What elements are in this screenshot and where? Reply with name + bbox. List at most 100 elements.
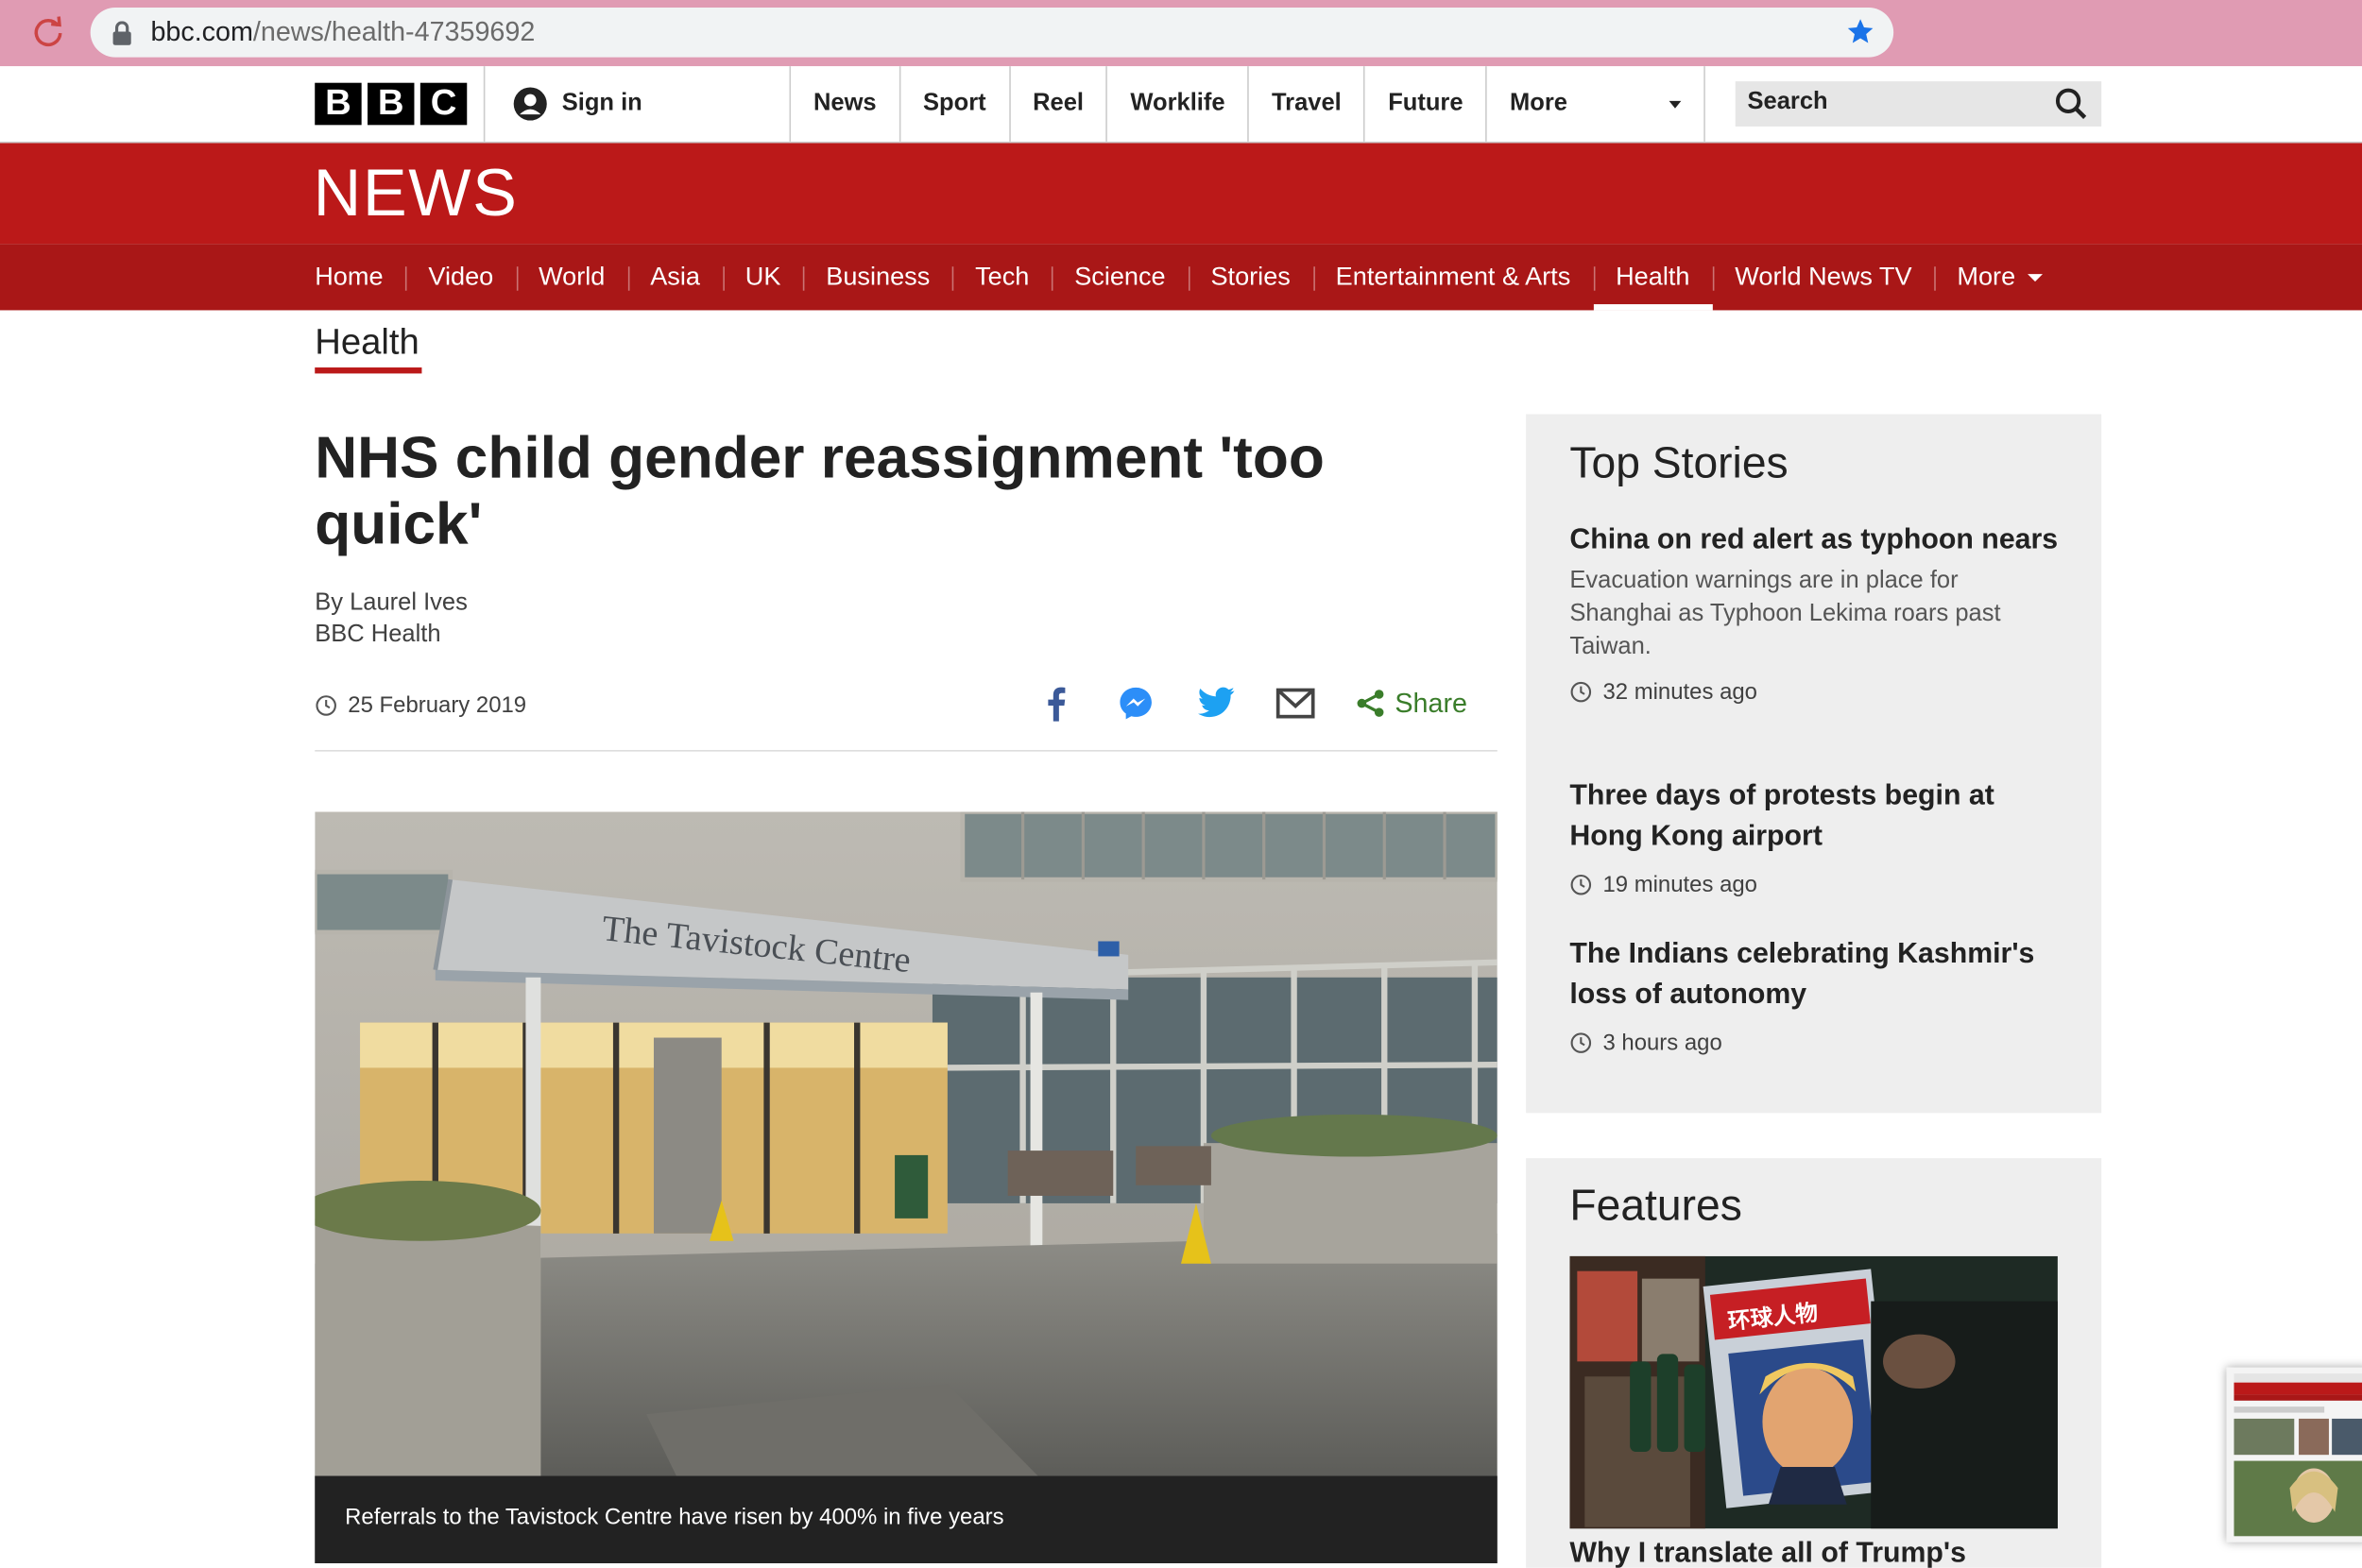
- facebook-icon: [1048, 687, 1066, 722]
- bbc-global-nav: B B C Sign in News Sport Reel Worklife T…: [0, 66, 2362, 144]
- global-nav-more-dropdown[interactable]: More: [1485, 66, 1706, 142]
- story-time-text: 3 hours ago: [1602, 1030, 1722, 1056]
- news-nav-video[interactable]: Video: [405, 244, 516, 310]
- global-nav-news[interactable]: News: [789, 66, 899, 142]
- search-input[interactable]: Search: [1735, 81, 2102, 127]
- magazine-photo: 环球人物: [1569, 1255, 2058, 1529]
- news-nav-more-label: More: [1957, 262, 2016, 291]
- story-timestamp: 19 minutes ago: [1569, 872, 2059, 897]
- bbc-logo[interactable]: B B C: [315, 82, 468, 126]
- bbc-logo-block: B: [368, 82, 415, 126]
- article-date: 25 February 2019: [315, 690, 526, 720]
- chevron-down-icon: [1669, 100, 1682, 108]
- url-path: /news/health-47359692: [252, 16, 536, 47]
- clock-icon: [1570, 681, 1592, 703]
- messenger-share-button[interactable]: [1116, 684, 1155, 723]
- bbc-logo-block: B: [315, 82, 362, 126]
- share-label: Share: [1395, 687, 1468, 718]
- share-tools: Share: [1036, 681, 1467, 726]
- features-title: Features: [1569, 1182, 1742, 1231]
- browser-toolbar: bbc.com/news/health-47359692: [0, 0, 2362, 67]
- sign-in-label: Sign in: [561, 90, 642, 116]
- feature-image[interactable]: 环球人物: [1569, 1255, 2058, 1529]
- news-nav-world[interactable]: World: [516, 244, 627, 310]
- global-nav-future[interactable]: Future: [1363, 66, 1486, 142]
- url-domain: bbc.com: [150, 16, 253, 47]
- news-nav-health[interactable]: Health: [1593, 244, 1713, 311]
- global-nav-sport[interactable]: Sport: [899, 66, 1009, 142]
- feature-story-title[interactable]: Why I translate all of Trump's: [1569, 1538, 2066, 1568]
- news-nav-home[interactable]: Home: [292, 244, 405, 310]
- address-bar[interactable]: bbc.com/news/health-47359692: [90, 7, 1894, 58]
- email-icon: [1275, 688, 1315, 719]
- twitter-share-button[interactable]: [1196, 684, 1235, 723]
- news-nav-tech[interactable]: Tech: [952, 244, 1052, 310]
- global-nav-more-label: More: [1509, 90, 1567, 116]
- search-icon[interactable]: [2055, 87, 2088, 120]
- lock-icon: [112, 21, 131, 45]
- author-name: By Laurel Ives: [315, 590, 468, 617]
- bbc-logo-block: C: [419, 82, 468, 126]
- global-nav-worklife[interactable]: Worklife: [1105, 66, 1248, 142]
- features-panel: Features 环球人物 Why I translate all of Tru…: [1526, 1158, 2102, 1568]
- news-nav-entertainment-arts[interactable]: Entertainment & Arts: [1312, 244, 1593, 310]
- sign-in-link[interactable]: Sign in: [512, 84, 642, 123]
- article-headline: NHS child gender reassignment 'too quick…: [315, 426, 1325, 557]
- story-title[interactable]: Three days of protests begin at Hong Kon…: [1569, 775, 2059, 857]
- clock-icon: [316, 694, 336, 715]
- story-title[interactable]: The Indians celebrating Kashmir's loss o…: [1569, 934, 2059, 1015]
- top-stories-panel: Top Stories China on red alert as typhoo…: [1526, 414, 2102, 1114]
- share-icon: [1357, 690, 1384, 717]
- top-story-item[interactable]: Three days of protests begin at Hong Kon…: [1569, 775, 2059, 897]
- bookmark-star-icon[interactable]: [1845, 17, 1875, 47]
- clock-icon: [1570, 1032, 1592, 1053]
- author-role: BBC Health: [315, 622, 441, 648]
- top-stories-title: Top Stories: [1569, 439, 1789, 488]
- news-nav-world-news-tv[interactable]: World News TV: [1712, 244, 1934, 310]
- news-nav-business[interactable]: Business: [803, 244, 952, 310]
- section-title[interactable]: Health: [315, 322, 419, 365]
- header-divider: [315, 750, 1498, 752]
- story-timestamp: 32 minutes ago: [1569, 679, 2059, 705]
- reload-icon[interactable]: [30, 13, 66, 49]
- story-timestamp: 3 hours ago: [1569, 1031, 2059, 1056]
- story-time-text: 32 minutes ago: [1602, 679, 1757, 706]
- news-nav-uk[interactable]: UK: [722, 244, 803, 310]
- picture-in-picture-thumbnail[interactable]: [2226, 1367, 2362, 1542]
- global-nav-links: News Sport Reel Worklife Travel Future M…: [789, 66, 1706, 142]
- search-placeholder: Search: [1747, 89, 1828, 115]
- story-time-text: 19 minutes ago: [1602, 872, 1757, 898]
- news-nav-stories[interactable]: Stories: [1188, 244, 1313, 310]
- top-story-item[interactable]: China on red alert as typhoon nears Evac…: [1569, 520, 2059, 705]
- url-text: bbc.com/news/health-47359692: [150, 17, 535, 48]
- share-button[interactable]: Share: [1356, 688, 1467, 719]
- messenger-icon: [1120, 687, 1152, 720]
- pip-video-preview: [2226, 1367, 2362, 1542]
- image-caption: Referrals to the Tavistock Centre have r…: [315, 1475, 1498, 1563]
- page-root: bbc.com/news/health-47359692 B B C Sign …: [0, 0, 2362, 1568]
- section-title-underline: [315, 367, 422, 374]
- news-masthead: NEWS: [0, 143, 2362, 245]
- twitter-icon: [1198, 687, 1235, 718]
- clock-icon: [1570, 874, 1592, 895]
- caption-text: Referrals to the Tavistock Centre have r…: [345, 1504, 1004, 1530]
- chevron-down-icon: [2027, 273, 2043, 281]
- news-nav-science[interactable]: Science: [1052, 244, 1188, 310]
- global-nav-travel[interactable]: Travel: [1247, 66, 1363, 142]
- tavistock-centre-photo: The Tavistock Centre: [315, 811, 1498, 1476]
- story-title[interactable]: China on red alert as typhoon nears: [1569, 520, 2059, 560]
- article-hero-image: The Tavistock Centre: [315, 811, 1498, 1476]
- top-story-item[interactable]: The Indians celebrating Kashmir's loss o…: [1569, 934, 2059, 1056]
- news-nav-asia[interactable]: Asia: [627, 244, 723, 310]
- news-section-nav: Home Video World Asia UK Business Tech S…: [0, 244, 2362, 311]
- email-share-button[interactable]: [1275, 684, 1315, 723]
- user-icon: [513, 87, 547, 121]
- facebook-share-button[interactable]: [1036, 684, 1075, 723]
- global-nav-reel[interactable]: Reel: [1008, 66, 1106, 142]
- news-nav-more-dropdown[interactable]: More: [1934, 244, 2064, 310]
- story-summary: Evacuation warnings are in place for Sha…: [1569, 568, 2001, 660]
- news-logo[interactable]: NEWS: [314, 158, 519, 230]
- nav-divider: [483, 66, 486, 142]
- byline: By Laurel Ives BBC Health: [315, 588, 468, 651]
- date-text: 25 February 2019: [348, 691, 527, 718]
